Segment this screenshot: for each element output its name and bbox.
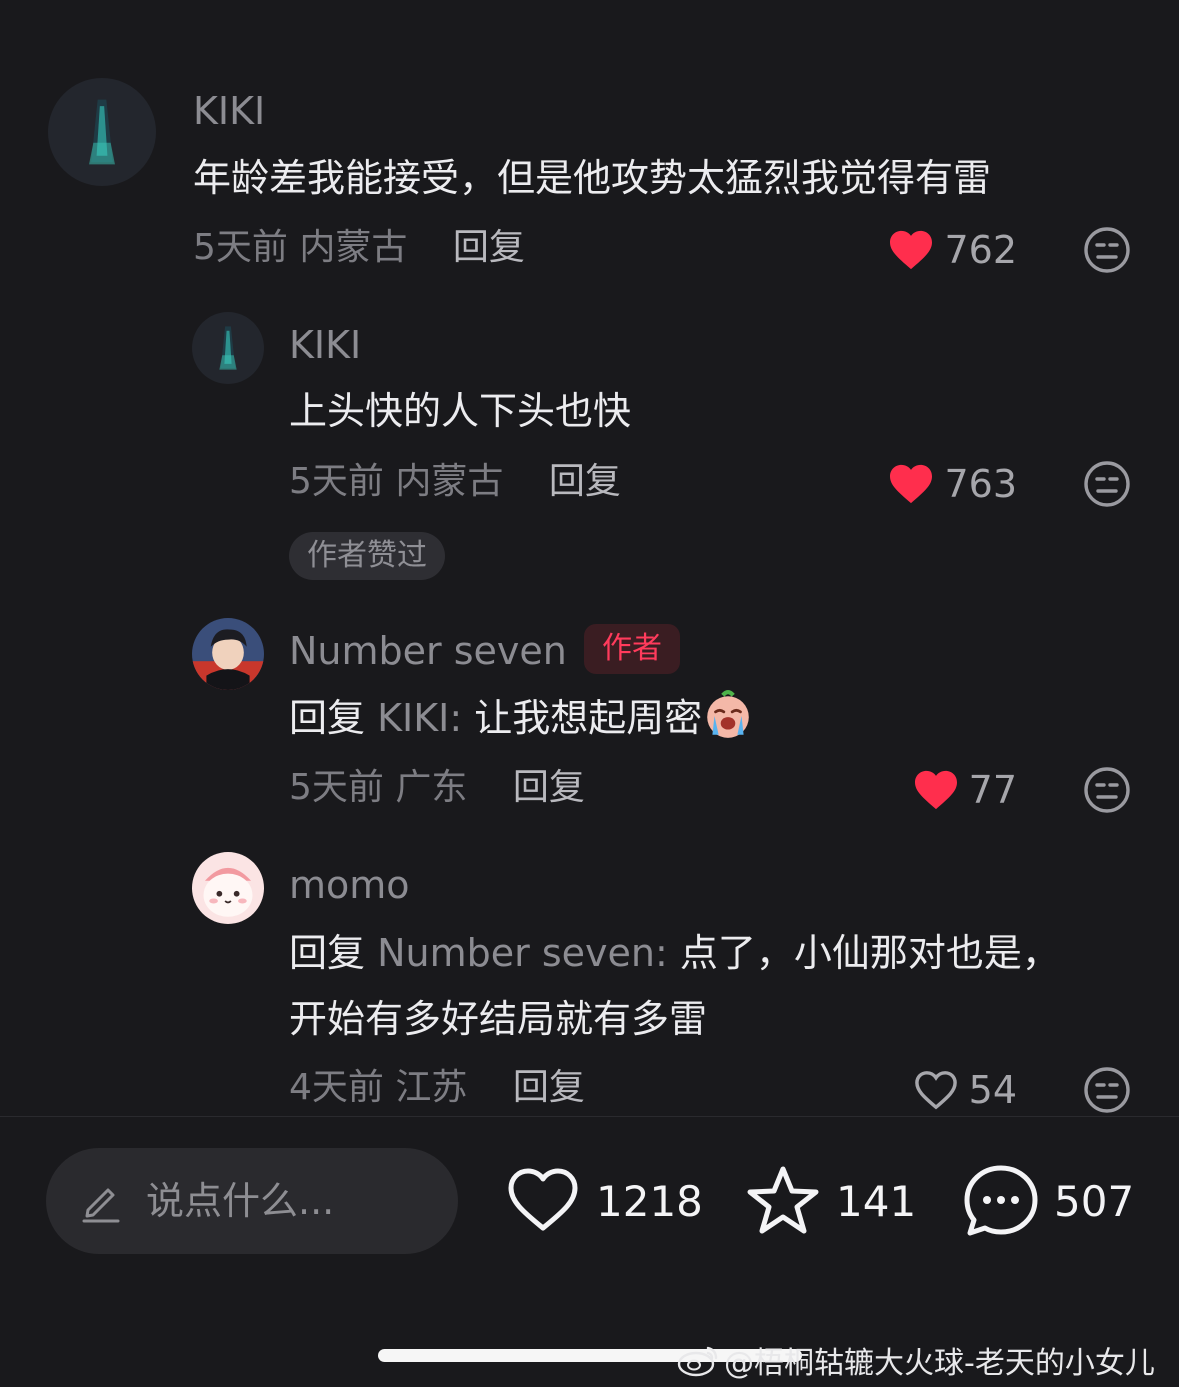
comment-text-continued: 开始有多好结局就有多雷 (289, 997, 708, 1041)
reply-to-username[interactable]: KIKI: (377, 696, 462, 740)
comment-username[interactable]: momo (289, 866, 410, 904)
like-button[interactable]: 54 (913, 1068, 1017, 1112)
comments-button[interactable]: 507 (962, 1162, 1134, 1240)
comment-text: 回复 Number seven: 点了，小仙那对也是， (289, 920, 1060, 986)
comment-input[interactable]: 说点什么... (46, 1148, 458, 1254)
comment-text: 年龄差我能接受，但是他攻势太猛烈我觉得有雷 (193, 156, 992, 200)
reply-button[interactable]: 回复 (513, 767, 585, 808)
avatar[interactable] (192, 618, 264, 690)
pencil-icon (82, 1188, 120, 1223)
weibo-logo-icon (677, 1346, 718, 1377)
like-count: 77 (968, 768, 1017, 812)
input-placeholder: 说点什么... (146, 1179, 335, 1223)
heart-filled-icon (890, 230, 933, 270)
avatar[interactable] (192, 852, 264, 924)
reply-button[interactable]: 回复 (513, 1067, 585, 1108)
like-button[interactable]: 763 (888, 462, 1017, 506)
comment-location: 内蒙古 (395, 461, 504, 502)
comment-username[interactable]: Number seven (289, 632, 567, 670)
author-tag: 作者 (584, 624, 680, 674)
like-count: 763 (944, 462, 1017, 506)
reply-prefix: 回复 (289, 931, 366, 975)
post-like-count: 1218 (596, 1176, 703, 1226)
chat-bubble-icon (964, 1165, 1038, 1236)
comment-meta: 5天前 内蒙古 回复 (289, 464, 621, 500)
comment-meta: 4天前 江苏 回复 (289, 1070, 585, 1106)
comment-body-line1: 点了，小仙那对也是， (679, 931, 1060, 975)
post-like-button[interactable]: 1218 (504, 1162, 703, 1240)
bottom-bar-divider (0, 1116, 1179, 1117)
emoji-reaction-icon[interactable] (1083, 766, 1131, 814)
reply-button[interactable]: 回复 (453, 227, 525, 268)
comment-meta: 5天前 广东 回复 (289, 770, 585, 806)
favorite-button[interactable]: 141 (744, 1162, 916, 1240)
watermark-text: @梧桐轱辘大火球-老天的小女儿 (724, 1346, 1155, 1381)
heart-outline-icon (914, 1071, 957, 1110)
like-button[interactable]: 77 (913, 768, 1017, 812)
emoji-reaction-icon[interactable] (1083, 460, 1131, 508)
comment-text: 上头快的人下头也快 (289, 389, 632, 433)
like-count: 762 (944, 228, 1017, 272)
comment-time: 5天前 (289, 461, 384, 502)
author-liked-badge: 作者赞过 (289, 532, 445, 580)
comment-time: 5天前 (289, 767, 384, 808)
crying-face-emoji (707, 690, 750, 738)
emoji-reaction-icon[interactable] (1083, 1066, 1131, 1114)
watermark: @梧桐轱辘大火球-老天的小女儿 (676, 1338, 1155, 1382)
avatar[interactable] (48, 78, 156, 186)
emoji-reaction-icon[interactable] (1083, 226, 1131, 274)
comment-username[interactable]: KIKI (289, 326, 361, 364)
comment-location: 江苏 (395, 1067, 468, 1108)
comment-time: 4天前 (289, 1067, 384, 1108)
comment-meta: 5天前 内蒙古 回复 (193, 230, 525, 266)
reply-button[interactable]: 回复 (549, 461, 621, 502)
comment-username[interactable]: KIKI (193, 92, 265, 130)
reply-to-username[interactable]: Number seven: (377, 931, 668, 975)
avatar[interactable] (192, 312, 264, 384)
comment-count: 507 (1054, 1176, 1135, 1226)
star-outline-icon (747, 1166, 819, 1234)
like-button[interactable]: 762 (888, 228, 1017, 272)
heart-filled-icon (890, 464, 933, 504)
heart-outline-icon (508, 1168, 578, 1231)
reply-prefix: 回复 (289, 696, 366, 740)
like-count: 54 (968, 1068, 1017, 1112)
comment-text: 回复 KIKI: 让我想起周密 (289, 685, 754, 751)
comment-time: 5天前 (193, 227, 288, 268)
heart-filled-icon (914, 770, 957, 810)
comment-location: 广东 (395, 767, 468, 808)
comment-location: 内蒙古 (299, 227, 408, 268)
comment-body: 让我想起周密 (474, 696, 703, 740)
favorite-count: 141 (836, 1176, 917, 1226)
